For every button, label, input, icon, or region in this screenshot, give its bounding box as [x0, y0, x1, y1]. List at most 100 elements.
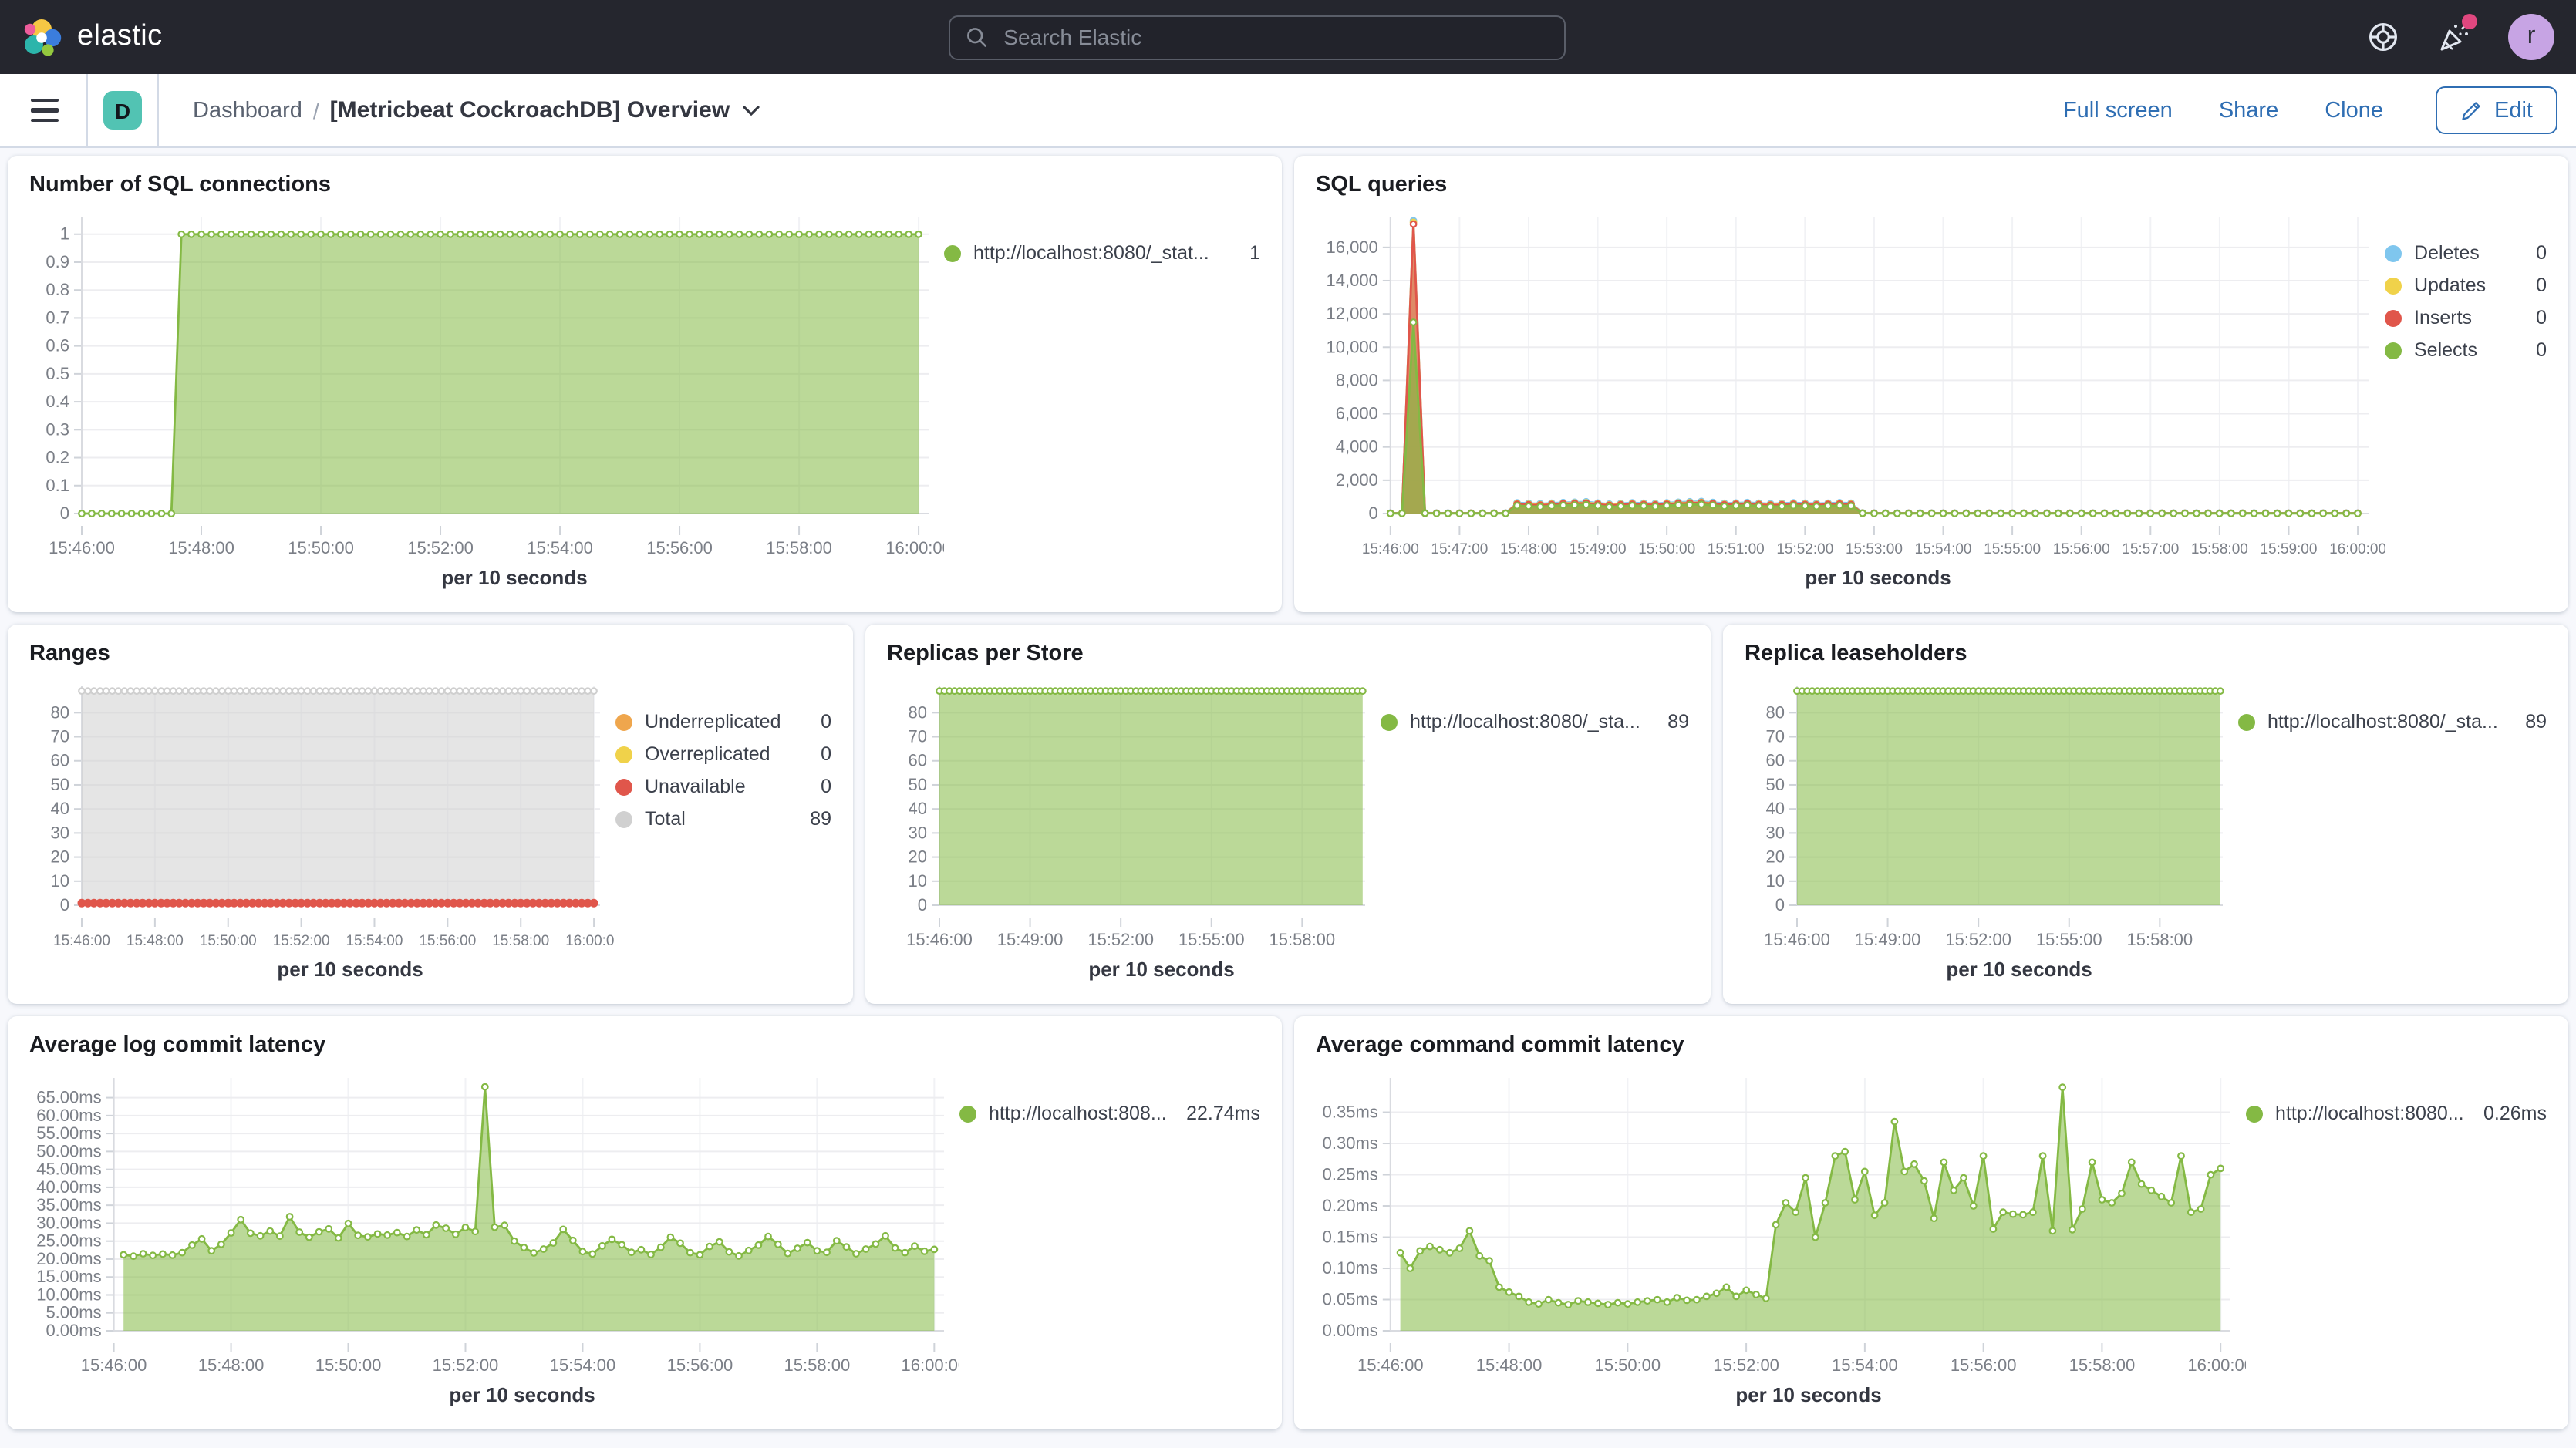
svg-text:15:52:00: 15:52:00 [407, 538, 474, 557]
legend-item[interactable]: Underreplicated 0 [615, 711, 831, 732]
legend-series-dot [615, 810, 632, 827]
svg-text:15:51:00: 15:51:00 [1708, 541, 1765, 557]
svg-text:80: 80 [1766, 702, 1785, 722]
legend-series-value: 0 [2520, 242, 2547, 264]
legend-item[interactable]: http://localhost:808...22.74ms [959, 1103, 1260, 1124]
svg-text:15:58:00: 15:58:00 [2127, 930, 2193, 949]
panel-title[interactable]: Number of SQL connections [29, 168, 1260, 202]
svg-text:15:55:00: 15:55:00 [1178, 930, 1245, 949]
svg-text:15:48:00: 15:48:00 [1476, 1355, 1543, 1375]
legend-series-value: 0 [805, 711, 831, 732]
legend-item[interactable]: Updates0 [2385, 274, 2547, 296]
legend-series-name: http://localhost:8080/_sta... [2267, 711, 2498, 732]
svg-text:20: 20 [1766, 847, 1785, 867]
svg-text:15:56:00: 15:56:00 [667, 1355, 733, 1375]
svg-text:0.30ms: 0.30ms [1323, 1133, 1378, 1153]
panel-title[interactable]: Replica leaseholders [1745, 637, 2547, 671]
menu-button[interactable] [19, 89, 71, 132]
svg-text:15:48:00: 15:48:00 [1500, 541, 1557, 557]
log-commit-latency-chart[interactable]: 15:46:0015:48:0015:50:0015:52:0015:54:00… [29, 1062, 959, 1383]
chart-canvas: 15:46:0015:48:0015:50:0015:52:0015:54:00… [29, 202, 944, 566]
help-button[interactable] [2366, 20, 2400, 54]
svg-text:15:58:00: 15:58:00 [784, 1355, 851, 1375]
svg-text:50.00ms: 50.00ms [36, 1141, 101, 1160]
app-root: elastic [0, 0, 2576, 1448]
space-badge-letter: D [115, 98, 130, 123]
svg-text:16:00:00: 16:00:00 [902, 1355, 959, 1375]
global-search[interactable] [948, 15, 1565, 59]
svg-text:30: 30 [51, 823, 69, 842]
replica-leaseholders-chart[interactable]: 15:46:0015:49:0015:52:0015:55:0015:58:00… [1745, 671, 2238, 958]
chart-legend: http://localhost:8080/_sta... 89 [2238, 671, 2547, 992]
space-badge[interactable]: D [103, 91, 142, 130]
chevron-down-icon [742, 104, 760, 116]
x-axis-title: per 10 seconds [29, 566, 944, 600]
legend-item[interactable]: Overreplicated0 [615, 743, 831, 765]
search-input[interactable] [1000, 23, 1548, 51]
panel-title[interactable]: SQL queries [1316, 168, 2547, 202]
legend-item[interactable]: http://localhost:8080/_stat... 1 [944, 242, 1260, 264]
full-screen-button[interactable]: Full screen [2063, 98, 2173, 123]
legend-item[interactable]: Total89 [615, 808, 831, 830]
panel-title[interactable]: Average command commit latency [1316, 1029, 2547, 1062]
legend-series-name: Inserts [2414, 307, 2472, 328]
legend-series-dot [2385, 342, 2402, 359]
x-axis-title: per 10 seconds [1316, 1383, 2246, 1417]
legend-item[interactable]: Deletes0 [2385, 242, 2547, 264]
svg-text:0.6: 0.6 [46, 336, 69, 355]
svg-text:15:52:00: 15:52:00 [433, 1355, 499, 1375]
svg-text:15:58:00: 15:58:00 [2191, 541, 2248, 557]
legend-series-name: http://localhost:8080/_stat... [973, 242, 1209, 264]
legend-item[interactable]: Selects0 [2385, 339, 2547, 361]
panel-sql-connections: Number of SQL connections 15:46:0015:48:… [8, 156, 1282, 612]
clone-button[interactable]: Clone [2325, 98, 2383, 123]
command-commit-latency-chart[interactable]: 15:46:0015:48:0015:50:0015:52:0015:54:00… [1316, 1062, 2246, 1383]
legend-series-name: Underreplicated [645, 711, 781, 732]
news-button[interactable] [2437, 20, 2471, 54]
svg-text:80: 80 [909, 702, 927, 722]
panel-title[interactable]: Ranges [29, 637, 831, 671]
svg-text:2,000: 2,000 [1336, 470, 1378, 490]
legend-series-name: Updates [2414, 274, 2486, 296]
svg-text:30: 30 [909, 823, 927, 842]
page-title-text: [Metricbeat CockroachDB] Overview [330, 97, 730, 123]
panel-replica-leaseholders: Replica leaseholders 15:46:0015:49:0015:… [1723, 625, 2568, 1004]
legend-series-value: 0 [2520, 339, 2547, 361]
svg-text:15:56:00: 15:56:00 [2053, 541, 2110, 557]
legend-series-value: 89 [2510, 711, 2547, 732]
panel-title[interactable]: Replicas per Store [887, 637, 1689, 671]
svg-text:15:50:00: 15:50:00 [315, 1355, 382, 1375]
legend-series-value: 1 [1234, 242, 1260, 264]
legend-series-value: 0 [805, 776, 831, 797]
legend-item[interactable]: Unavailable0 [615, 776, 831, 797]
sql-connections-chart[interactable]: 15:46:0015:48:0015:50:0015:52:0015:54:00… [29, 202, 944, 566]
svg-text:0.20ms: 0.20ms [1323, 1196, 1378, 1215]
svg-text:15:46:00: 15:46:00 [49, 538, 115, 557]
svg-text:15:49:00: 15:49:00 [997, 930, 1064, 949]
ranges-chart[interactable]: 15:46:0015:48:0015:50:0015:52:0015:54:00… [29, 671, 615, 958]
page-title[interactable]: [Metricbeat CockroachDB] Overview [330, 97, 761, 123]
replicas-per-store-chart[interactable]: 15:46:0015:49:0015:52:0015:55:0015:58:00… [887, 671, 1381, 958]
legend-item[interactable]: http://localhost:8080/_sta... 89 [2238, 711, 2547, 732]
legend-item[interactable]: http://localhost:8080/_sta...89 [1381, 711, 1689, 732]
notification-dot [2462, 14, 2477, 29]
edit-button[interactable]: Edit [2436, 86, 2557, 134]
sql-queries-chart[interactable]: 15:46:0015:47:0015:48:0015:49:0015:50:00… [1316, 202, 2385, 566]
svg-text:65.00ms: 65.00ms [36, 1088, 101, 1107]
legend-item[interactable]: Inserts0 [2385, 307, 2547, 328]
share-button[interactable]: Share [2219, 98, 2278, 123]
x-axis-title: per 10 seconds [29, 1383, 959, 1417]
svg-text:70: 70 [909, 727, 927, 746]
avatar[interactable]: r [2508, 14, 2554, 60]
svg-text:0.7: 0.7 [46, 308, 69, 327]
elastic-brand[interactable]: elastic [22, 16, 163, 58]
panel-title[interactable]: Average log commit latency [29, 1029, 1260, 1062]
legend-item[interactable]: http://localhost:8080...0.26ms [2246, 1103, 2547, 1124]
svg-text:60.00ms: 60.00ms [36, 1106, 101, 1125]
svg-text:10.00ms: 10.00ms [36, 1285, 101, 1304]
legend-series-name: http://localhost:8080/_sta... [1410, 711, 1640, 732]
svg-text:15.00ms: 15.00ms [36, 1267, 101, 1286]
breadcrumb-dashboard[interactable]: Dashboard [193, 98, 302, 123]
top-navigation-bar: elastic [0, 0, 2576, 74]
svg-text:0.4: 0.4 [46, 392, 69, 411]
